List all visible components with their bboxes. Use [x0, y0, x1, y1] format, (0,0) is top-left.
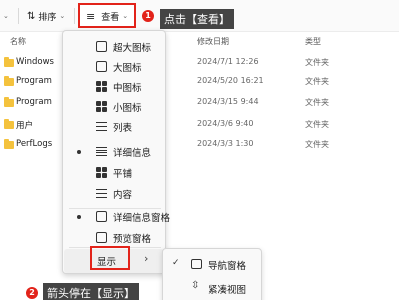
file-modified: 2024/3/6 9:40 [197, 119, 254, 128]
navigation-pane-icon [191, 259, 202, 269]
file-modified: 2024/7/1 12:26 [197, 57, 259, 66]
step-2-callout: 箭头停在【显示】 [43, 283, 139, 300]
file-modified: 2024/3/3 1:30 [197, 139, 254, 148]
file-row[interactable]: 用户 2024/3/6 9:40 文件夹 [0, 118, 399, 136]
menu-item-label: 详细信息窗格 [113, 213, 171, 224]
sort-button[interactable]: ⇅ 排序 ⌄ [27, 6, 65, 26]
menu-item-content[interactable]: 内容 [63, 184, 167, 204]
show-submenu: ✓ 导航窗格 ⇳ 紧凑视图 [162, 248, 262, 300]
file-name: Program [16, 76, 52, 86]
file-modified: 2024/5/20 16:21 [197, 76, 264, 85]
view-button[interactable]: ≡ 查看 ⌄ [86, 6, 128, 26]
menu-item-medium-icons[interactable]: 中图标 [63, 77, 167, 97]
submenu-item-label: 导航窗格 [208, 261, 247, 272]
small-icons-icon [96, 101, 107, 112]
checkmark-icon: ✓ [172, 258, 180, 268]
list-icon [96, 121, 107, 132]
large-icons-icon [96, 61, 107, 72]
sort-icon: ⇅ [27, 10, 36, 22]
menu-item-extra-large-icons[interactable]: 超大图标 [63, 37, 167, 57]
menu-item-label: 大图标 [113, 63, 142, 74]
extra-large-icons-icon [96, 41, 107, 52]
file-type: 文件夹 [305, 58, 329, 67]
menu-item-list[interactable]: 列表 [63, 117, 167, 137]
content-icon [96, 188, 107, 199]
step-1-badge: 1 [142, 10, 154, 22]
view-dropdown-menu: 超大图标 大图标 中图标 小图标 列表 详细信息 平铺 内容 详细信息窗格 预览… [62, 30, 171, 274]
details-icon [96, 146, 107, 157]
toolbar-divider [74, 8, 75, 24]
menu-item-details[interactable]: 详细信息 [63, 142, 167, 162]
chevron-right-icon: › [144, 252, 149, 265]
submenu-item-label: 紧凑视图 [208, 285, 247, 296]
column-header-modified[interactable]: 修改日期 [197, 36, 229, 47]
folder-icon [4, 57, 14, 67]
chevron-down-icon: ⌄ [3, 12, 9, 20]
file-row[interactable]: Program 2024/5/20 16:21 文件夹 [0, 75, 399, 93]
file-name: 用户 [16, 121, 34, 131]
file-type: 文件夹 [305, 120, 329, 129]
chevron-down-icon: ⌄ [59, 12, 66, 20]
file-name: Program [16, 97, 52, 107]
show-highlight [90, 246, 130, 270]
menu-item-label: 内容 [113, 190, 133, 201]
file-type: 文件夹 [305, 77, 329, 86]
menu-item-label: 列表 [113, 123, 133, 134]
chevron-down-icon: ⌄ [122, 12, 129, 20]
file-name: PerfLogs [16, 139, 53, 149]
step-1-callout: 点击【查看】 [160, 9, 234, 29]
submenu-item-compact-view[interactable]: ⇳ 紧凑视图 [163, 277, 263, 299]
view-label: 查看 [101, 12, 120, 23]
menu-item-small-icons[interactable]: 小图标 [63, 97, 167, 117]
menu-item-label: 超大图标 [113, 43, 152, 54]
folder-icon [4, 139, 14, 149]
folder-icon [4, 119, 14, 129]
menu-item-label: 预览窗格 [113, 234, 152, 245]
preview-pane-icon [96, 232, 107, 243]
selected-dot-icon [77, 215, 81, 219]
submenu-item-navigation-pane[interactable]: ✓ 导航窗格 [163, 253, 263, 275]
file-row[interactable]: Program 2024/3/15 9:44 文件夹 [0, 96, 399, 114]
menu-item-details-pane[interactable]: 详细信息窗格 [63, 207, 171, 227]
file-name: Windows [16, 57, 54, 67]
tiles-icon [96, 167, 107, 178]
details-pane-icon [96, 211, 107, 222]
view-lines-icon: ≡ [86, 9, 96, 23]
column-header-name[interactable]: 名称 [10, 36, 26, 47]
sort-label: 排序 [38, 12, 57, 23]
column-header-type[interactable]: 类型 [305, 36, 321, 47]
command-bar: ⌄ ⇅ 排序 ⌄ ≡ 查看 ⌄ 1 点击【查看】 [0, 0, 399, 32]
more-menu-button[interactable]: ⌄ [3, 6, 9, 26]
step-2-badge: 2 [26, 287, 38, 299]
file-type: 文件夹 [305, 98, 329, 107]
file-row[interactable]: Windows 2024/7/1 12:26 文件夹 [0, 56, 399, 74]
medium-icons-icon [96, 81, 107, 92]
folder-icon [4, 76, 14, 86]
toolbar-divider [18, 8, 19, 24]
menu-item-label: 小图标 [113, 103, 142, 114]
menu-item-label: 中图标 [113, 83, 142, 94]
compact-view-icon: ⇳ [191, 280, 200, 291]
folder-icon [4, 97, 14, 107]
file-modified: 2024/3/15 9:44 [197, 97, 259, 106]
selected-dot-icon [77, 150, 81, 154]
menu-item-label: 平铺 [113, 169, 133, 180]
file-type: 文件夹 [305, 140, 329, 149]
menu-item-large-icons[interactable]: 大图标 [63, 57, 167, 77]
menu-item-tiles[interactable]: 平铺 [63, 163, 167, 183]
menu-item-label: 详细信息 [113, 148, 152, 159]
file-row[interactable]: PerfLogs 2024/3/3 1:30 文件夹 [0, 138, 399, 156]
menu-item-preview-pane[interactable]: 预览窗格 [63, 228, 167, 248]
